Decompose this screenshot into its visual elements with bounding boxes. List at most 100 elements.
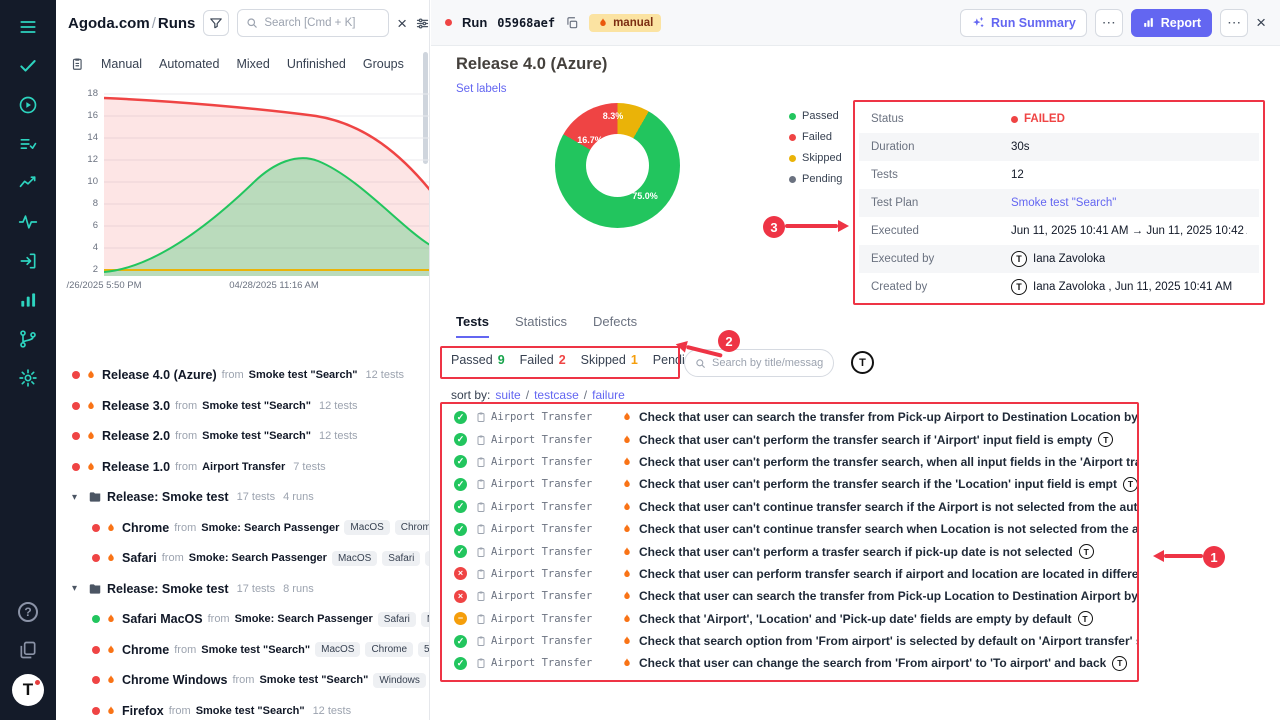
- flame-icon: [621, 523, 633, 535]
- test-row[interactable]: ✓ Airport Transfer Check that user can't…: [448, 496, 1138, 518]
- results-tab[interactable]: Defects: [593, 314, 637, 338]
- test-row[interactable]: ✓ Airport Transfer Check that user can c…: [448, 652, 1138, 674]
- help-icon[interactable]: ?: [18, 602, 38, 622]
- reports-icon[interactable]: [13, 285, 43, 315]
- app-logo[interactable]: T: [12, 674, 44, 706]
- user-avatar-button[interactable]: T: [851, 351, 874, 374]
- runs-filter-tab[interactable]: Manual: [101, 57, 142, 71]
- run-name: Release 3.0: [102, 399, 170, 413]
- status-filter[interactable]: Passed 9: [451, 353, 505, 367]
- info-row: Test Plan Smoke test "Search": [859, 189, 1259, 217]
- run-row[interactable]: Safari MacOS from Smoke: Search Passenge…: [56, 604, 429, 635]
- info-value: T Iana Zavoloka: [1011, 251, 1105, 267]
- tests-search: [684, 349, 834, 377]
- test-row[interactable]: ✓ Airport Transfer Check that user can't…: [448, 428, 1138, 450]
- settings-icon[interactable]: [13, 363, 43, 393]
- chevron-down-icon[interactable]: ▾: [72, 583, 83, 594]
- status-filter[interactable]: Skipped 1: [581, 353, 638, 367]
- flame-icon: [621, 456, 633, 468]
- run-row[interactable]: Release 1.0 from Airport Transfer 7 test…: [56, 452, 429, 483]
- more-button[interactable]: ⋯: [1095, 9, 1123, 37]
- checks-icon[interactable]: [13, 51, 43, 81]
- tests-list: ✓ Airport Transfer Check that user can s…: [448, 406, 1138, 675]
- test-status-icon: ✓: [454, 478, 467, 491]
- sort-link[interactable]: failure: [592, 388, 625, 402]
- branch-icon[interactable]: [13, 324, 43, 354]
- test-row[interactable]: ✓ Airport Transfer Check that user can s…: [448, 406, 1138, 428]
- run-summary-button[interactable]: Run Summary: [960, 9, 1087, 37]
- panel-search-input[interactable]: [264, 17, 380, 29]
- info-value: 12: [1011, 169, 1024, 181]
- info-value: FAILED: [1011, 113, 1065, 125]
- report-button[interactable]: Report: [1131, 9, 1212, 37]
- runs-filter-tab[interactable]: Unfinished: [287, 57, 346, 71]
- sort-link[interactable]: testcase: [534, 388, 579, 402]
- env-badge: MacOS: [332, 551, 377, 566]
- runs-filter-tab[interactable]: Automated: [159, 57, 219, 71]
- runs-filter-tabs: Manual Automated Mixed Unfinished Groups: [56, 46, 429, 82]
- flame-icon: [621, 635, 633, 647]
- runs-view-icon[interactable]: [70, 57, 84, 71]
- run-name: Safari MacOS: [122, 612, 203, 626]
- test-title: Check that user can't continue transfer …: [639, 522, 1138, 536]
- import-icon[interactable]: [13, 246, 43, 276]
- more-button[interactable]: ⋯: [1220, 9, 1248, 37]
- run-row[interactable]: Chrome from Smoke: Search Passenger MacO…: [56, 513, 429, 544]
- results-tab[interactable]: Statistics: [515, 314, 567, 338]
- close-button[interactable]: ×: [1256, 14, 1266, 31]
- sliders-icon[interactable]: [415, 16, 430, 31]
- test-row[interactable]: ✓ Airport Transfer Check that user can't…: [448, 540, 1138, 562]
- runs-filter-tab[interactable]: Mixed: [236, 57, 269, 71]
- avatar: T: [1011, 251, 1027, 267]
- tasks-icon[interactable]: [13, 129, 43, 159]
- run-runs-count: 8 runs: [283, 583, 314, 595]
- set-labels-link[interactable]: Set labels: [456, 83, 507, 95]
- run-row[interactable]: Safari from Smoke: Search Passenger MacO…: [56, 543, 429, 574]
- run-row[interactable]: Release 3.0 from Smoke test "Search" 12 …: [56, 391, 429, 422]
- tests-search-input[interactable]: [712, 357, 823, 369]
- run-row[interactable]: ▾ Release: Smoke test 17 tests 4 runs: [56, 482, 429, 513]
- run-label: Run: [462, 15, 487, 30]
- run-row[interactable]: ▾ Release: Smoke test 17 tests 8 runs: [56, 574, 429, 605]
- test-row[interactable]: ✓ Airport Transfer Check that user can't…: [448, 473, 1138, 495]
- test-status-icon: ✓: [454, 523, 467, 536]
- test-row[interactable]: × Airport Transfer Check that user can s…: [448, 585, 1138, 607]
- status-filter[interactable]: Failed 2: [520, 353, 566, 367]
- run-row[interactable]: Chrome from Smoke test "Search" MacOS Ch…: [56, 635, 429, 666]
- copy-icon[interactable]: [565, 16, 579, 30]
- test-title: Check that user can't perform the transf…: [639, 477, 1117, 491]
- folder-icon: [88, 490, 102, 504]
- breadcrumb-project[interactable]: Agoda.com: [68, 15, 150, 32]
- test-row[interactable]: ✓ Airport Transfer Check that user can't…: [448, 518, 1138, 540]
- test-row[interactable]: − Airport Transfer Check that 'Airport',…: [448, 608, 1138, 630]
- run-row[interactable]: Release 2.0 from Smoke test "Search" 12 …: [56, 421, 429, 452]
- run-row[interactable]: Chrome Windows from Smoke test "Search" …: [56, 665, 429, 696]
- runs-icon[interactable]: [13, 90, 43, 120]
- run-tests-count: 12 tests: [313, 705, 352, 717]
- clipboard-icon: [475, 411, 487, 423]
- test-row[interactable]: ✓ Airport Transfer Check that search opt…: [448, 630, 1138, 652]
- menu-icon[interactable]: [13, 12, 43, 42]
- test-title: Check that 'Airport', 'Location' and 'Pi…: [639, 612, 1072, 626]
- run-row[interactable]: Firefox from Smoke test "Search" 12 test…: [56, 696, 429, 720]
- sort-link[interactable]: suite: [495, 388, 520, 402]
- avatar: T: [1011, 279, 1027, 295]
- run-from-label: from: [175, 430, 197, 442]
- test-status-icon: ✓: [454, 411, 467, 424]
- trend-icon[interactable]: [13, 168, 43, 198]
- filter-button[interactable]: [203, 10, 229, 36]
- test-status-icon: −: [454, 612, 467, 625]
- chevron-down-icon[interactable]: ▾: [72, 492, 83, 503]
- run-name: Release 4.0 (Azure): [102, 368, 217, 382]
- donut-label-skipped: 8.3%: [603, 111, 624, 121]
- activity-icon[interactable]: [13, 207, 43, 237]
- test-row[interactable]: × Airport Transfer Check that user can p…: [448, 563, 1138, 585]
- env-badge: M: [421, 612, 429, 627]
- results-tab[interactable]: Tests: [456, 314, 489, 338]
- panel-close-button[interactable]: ×: [397, 15, 407, 32]
- test-row[interactable]: ✓ Airport Transfer Check that user can't…: [448, 451, 1138, 473]
- run-row[interactable]: Release 4.0 (Azure) from Smoke test "Sea…: [56, 360, 429, 391]
- docs-icon[interactable]: [13, 635, 43, 665]
- runs-filter-tab[interactable]: Groups: [363, 57, 404, 71]
- donut-legend: Passed Failed Skipped Pending: [789, 110, 842, 185]
